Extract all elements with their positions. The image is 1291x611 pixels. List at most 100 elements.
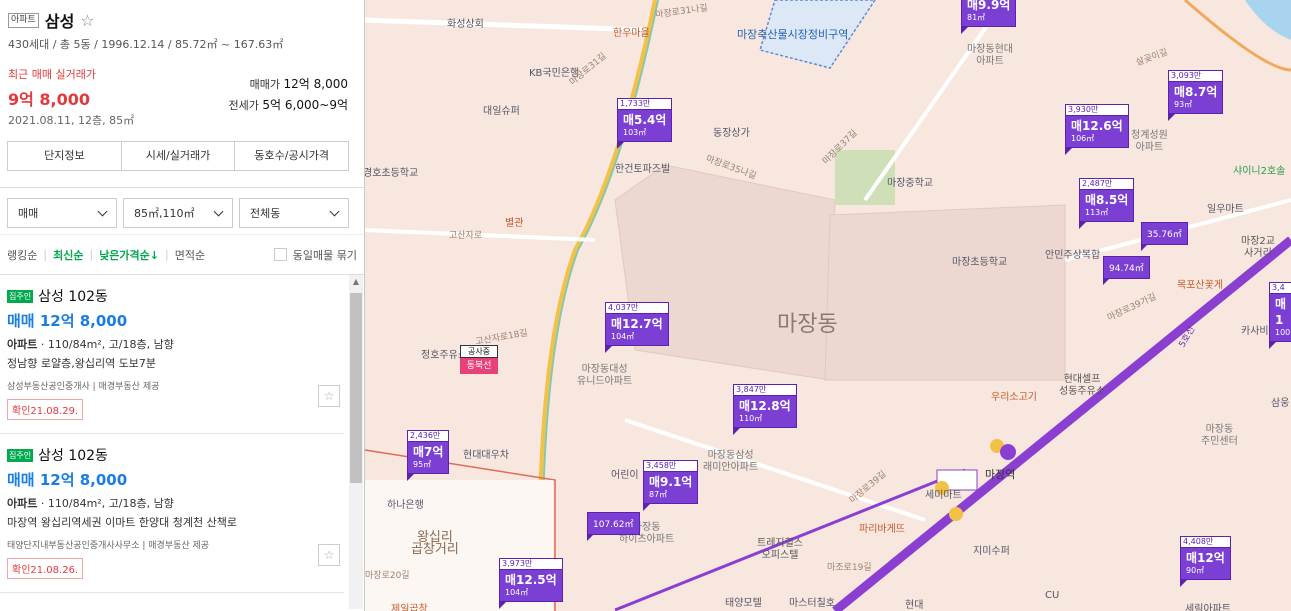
- price-marker[interactable]: 매9.9억 81㎡: [961, 0, 1017, 34]
- area-select[interactable]: 85㎡,110㎡: [123, 198, 233, 228]
- listing-spec: 아파트 · 110/84m², 고/18층, 남향: [7, 497, 174, 510]
- price-marker[interactable]: 3,847만 매12.8억 110㎡: [733, 384, 797, 435]
- filter-bar: 매매 85㎡,110㎡ 전체동: [0, 188, 364, 235]
- listing-name: 삼성 102동: [38, 448, 108, 464]
- poi-daeil: 대일슈퍼: [483, 106, 520, 117]
- favorite-star-icon[interactable]: ☆: [80, 11, 94, 30]
- confirm-date: 확인21.08.26.: [7, 558, 84, 579]
- area-wangsimni: 왕십리 곱창거리: [411, 530, 459, 557]
- construction-name: 동북선: [460, 358, 498, 374]
- poi-majang2: 마장2교 사거리: [1241, 236, 1275, 259]
- sort-newest[interactable]: 최신순: [53, 247, 83, 263]
- group-same-listings[interactable]: 동일매물 묶기: [273, 247, 357, 263]
- apt-seilim: 세림아파트: [1185, 604, 1231, 611]
- favorite-icon[interactable]: ☆: [318, 544, 340, 566]
- poi-jeilgopchang: 제일곱창: [391, 604, 428, 611]
- poi-seimi: 세미마트: [925, 490, 962, 501]
- tab-complex-info[interactable]: 단지정보: [8, 142, 122, 170]
- listing-agent: 태양단지내부동산공인중개사사무소 | 매경부동산 제공: [7, 541, 210, 551]
- road-label: 마장로20길: [365, 571, 410, 581]
- marker-price: 매9.1억: [649, 475, 693, 489]
- area-redevelopment: 마장축산물시장정비구역: [737, 28, 849, 41]
- price-marker[interactable]: 2,487만 매8.5억 113㎡: [1079, 178, 1135, 229]
- price-marker[interactable]: 4,037만매12.7억 104㎡: [605, 302, 669, 353]
- chevron-down-icon: [213, 206, 224, 216]
- price-marker[interactable]: 3,930만 매12.6억 106㎡: [1065, 104, 1129, 155]
- poi-shining: 샤이니2호솔: [1233, 166, 1286, 177]
- tab-unit-price[interactable]: 동호수/공시가격: [235, 142, 348, 170]
- price-marker[interactable]: 3,458만매9.1억 87㎡: [643, 460, 699, 511]
- trade-type-value: 매매: [18, 207, 39, 220]
- marker-area: 95㎡: [413, 460, 432, 469]
- apt-majang-hyundai: 마장동현대 아파트: [967, 44, 1013, 67]
- map-view[interactable]: 화성상회 한우마을 마장축산물시장정비구역 KB국민은행 도일 대일슈퍼 한건토…: [365, 0, 1291, 611]
- sort-area[interactable]: 면적순: [175, 247, 205, 263]
- poi-hyundai-car: 현대대우차: [463, 450, 509, 461]
- type-badge: 아파트: [8, 12, 39, 28]
- marker-count: 4,037만: [606, 303, 668, 314]
- marker-area: 104㎡: [611, 332, 635, 341]
- jeonse-price-label: 전세가: [228, 99, 259, 112]
- area-marker[interactable]: 94.74㎡: [1103, 256, 1150, 285]
- marker-area: 87㎡: [649, 490, 668, 499]
- favorite-icon[interactable]: ☆: [318, 385, 340, 407]
- poi-byeolgwan: 별관: [505, 218, 524, 229]
- marker-price: 매8.7억: [1174, 85, 1218, 99]
- listing-price: 매매 12억 8,000: [7, 471, 128, 489]
- poi-hana: 하나은행: [387, 500, 424, 511]
- apt-daesung: 마장동대성 유니드아파트: [577, 364, 633, 387]
- district-name: 마장동: [777, 312, 838, 337]
- chevron-down-icon: [97, 206, 108, 216]
- list-item[interactable]: 집주인 삼성 102동 매매 12억 8,000 아파트 · 110/84m², …: [0, 434, 344, 593]
- listing-spec-type: 아파트: [7, 497, 38, 510]
- price-marker[interactable]: 3,973만매12.5억 104㎡: [499, 558, 563, 609]
- marker-price: 매12.5억: [505, 573, 557, 587]
- area-marker[interactable]: 107.62㎡: [587, 512, 640, 541]
- price-marker[interactable]: 3,4 매1 100: [1269, 282, 1291, 349]
- price-marker[interactable]: 2,436만 매7억 95㎡: [407, 430, 450, 481]
- scroll-up-icon[interactable]: ▲: [349, 275, 363, 289]
- marker-price: 매1: [1275, 297, 1287, 327]
- marker-price: 매5.4억: [623, 113, 667, 127]
- marker-count: 3,093만: [1169, 71, 1223, 82]
- complex-tabs: 단지정보 시세/실거래가 동호수/공시가격: [7, 141, 349, 171]
- dong-select[interactable]: 전체동: [239, 198, 349, 228]
- trade-type-select[interactable]: 매매: [7, 198, 117, 228]
- listing-spec-detail: 110/84m², 고/18층, 남향: [47, 497, 174, 510]
- tab-price-history[interactable]: 시세/실거래가: [122, 142, 236, 170]
- marker-count: 4,408만: [1181, 537, 1230, 548]
- sale-price-label: 매매가: [249, 78, 281, 91]
- sale-price-value: 12억 8,000: [283, 77, 348, 91]
- poi-hanu: 한우마을: [613, 28, 650, 39]
- marker-price: 매12.8억: [739, 399, 791, 413]
- marker-price: 매12억: [1186, 551, 1225, 565]
- marker-price: 매12.7억: [611, 317, 663, 331]
- poi-paris: 파리바게뜨: [859, 524, 905, 535]
- marker-count: 3,458만: [644, 461, 698, 472]
- road-label: 마조로19길: [827, 563, 872, 573]
- marker-count: 3,847만: [734, 385, 796, 396]
- construction-marker[interactable]: 공사중 동북선: [460, 345, 498, 374]
- listing-name: 삼성 102동: [38, 289, 108, 305]
- poi-hangun-tower: 한건토파즈빌: [615, 164, 671, 175]
- marker-area: 100: [1275, 328, 1291, 337]
- list-item[interactable]: 집주인 삼성 102동 매매 12억 8,000 아파트 · 110/84m², …: [0, 275, 344, 434]
- marker-area: 104㎡: [505, 588, 529, 597]
- listing-list: 집주인 삼성 102동 매매 12억 8,000 아파트 · 110/84m², …: [0, 275, 364, 609]
- list-scrollbar[interactable]: ▲: [349, 275, 363, 609]
- price-marker[interactable]: 1,733만 매5.4억 103㎡: [617, 98, 673, 149]
- sort-lowest-price[interactable]: 낮은가격순↓: [99, 247, 159, 263]
- marker-area: 93㎡: [1174, 100, 1193, 109]
- road-label: 고산자로: [449, 231, 483, 241]
- scroll-thumb[interactable]: [350, 293, 362, 483]
- poi-hyundai: 현대: [905, 600, 924, 611]
- owner-tag: 집주인: [7, 448, 34, 462]
- poi-majang-es: 마장초등학교: [952, 257, 1008, 268]
- price-marker[interactable]: 4,408만 매12억 90㎡: [1180, 536, 1231, 587]
- price-marker[interactable]: 3,093만매8.7억 93㎡: [1168, 70, 1224, 121]
- area-marker[interactable]: 35.76㎡: [1141, 222, 1188, 251]
- group-checkbox[interactable]: [273, 248, 287, 261]
- sort-ranking[interactable]: 랭킹순: [7, 247, 37, 263]
- marker-count: 3,973만: [500, 559, 562, 570]
- marker-price: 매9.9억: [967, 0, 1011, 12]
